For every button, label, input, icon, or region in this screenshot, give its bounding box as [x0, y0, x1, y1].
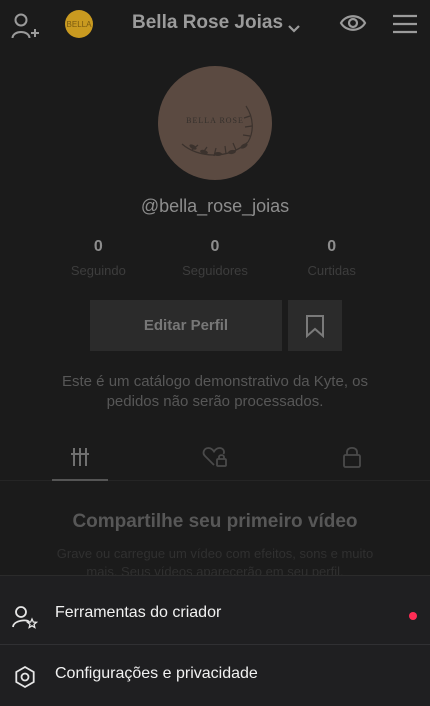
- stat-value: 0: [327, 238, 337, 255]
- tab-videos[interactable]: [55, 440, 105, 474]
- account-avatar[interactable]: BELLA: [65, 10, 93, 38]
- menu-icon[interactable]: [392, 13, 418, 35]
- bookmark-icon: [305, 314, 325, 338]
- demo-catalog-notice: Este é um catálogo demonstrativo da Kyte…: [62, 373, 368, 410]
- stat-label: Curtidas: [307, 263, 356, 278]
- stat-value: 0: [210, 238, 220, 255]
- stat-label: Seguidores: [182, 263, 248, 278]
- profile-stats: 0 Seguindo 0 Seguidores 0 Curtidas: [40, 238, 390, 278]
- settings-icon: [13, 665, 37, 689]
- tab-private[interactable]: [327, 440, 377, 474]
- account-title: Bella Rose Joias: [132, 12, 284, 33]
- avatar-text: BELLA: [66, 19, 92, 29]
- profile-photo[interactable]: BELLA ROSE: [158, 66, 272, 180]
- stat-likes[interactable]: 0 Curtidas: [273, 238, 390, 278]
- menu-divider: [0, 644, 430, 645]
- empty-state-title: Compartilhe seu primeiro vídeo: [72, 511, 358, 532]
- tab-liked[interactable]: [190, 440, 240, 474]
- favorites-button[interactable]: [288, 300, 342, 351]
- chevron-down-icon: [287, 18, 301, 33]
- stat-label: Seguindo: [70, 263, 126, 278]
- menu-item-label: Configurações e privacidade: [55, 665, 258, 682]
- stat-followers[interactable]: 0 Seguidores: [157, 238, 274, 278]
- notification-dot: [409, 612, 417, 620]
- menu-item-settings[interactable]: Configurações e privacidade: [0, 647, 430, 706]
- top-bar: BELLA Bella Rose Joias: [0, 0, 430, 50]
- bottom-sheet-menu: Ferramentas do criador Configurações e p…: [0, 575, 430, 706]
- eye-icon[interactable]: [339, 12, 367, 34]
- add-friend-icon[interactable]: [11, 12, 41, 40]
- lock-icon: [342, 445, 362, 469]
- profile-screen: BELLA Bella Rose Joias BELLA ROSE @bella…: [0, 0, 430, 706]
- username: @bella_rose_joias: [140, 196, 290, 216]
- grid-icon: [70, 447, 90, 467]
- menu-item-label: Ferramentas do criador: [55, 604, 222, 621]
- account-switcher[interactable]: Bella Rose Joias: [132, 12, 301, 34]
- edit-profile-button[interactable]: Editar Perfil: [90, 300, 282, 351]
- content-tabs: [0, 432, 430, 481]
- creator-tools-icon: [12, 605, 39, 629]
- stat-value: 0: [93, 238, 103, 255]
- stat-following[interactable]: 0 Seguindo: [40, 238, 157, 278]
- brand-logo-text: BELLA ROSE: [186, 116, 244, 125]
- menu-item-creator-tools[interactable]: Ferramentas do criador: [0, 586, 430, 646]
- edit-profile-label: Editar Perfil: [143, 317, 229, 334]
- heart-lock-icon: [202, 446, 228, 468]
- active-tab-indicator: [52, 479, 108, 481]
